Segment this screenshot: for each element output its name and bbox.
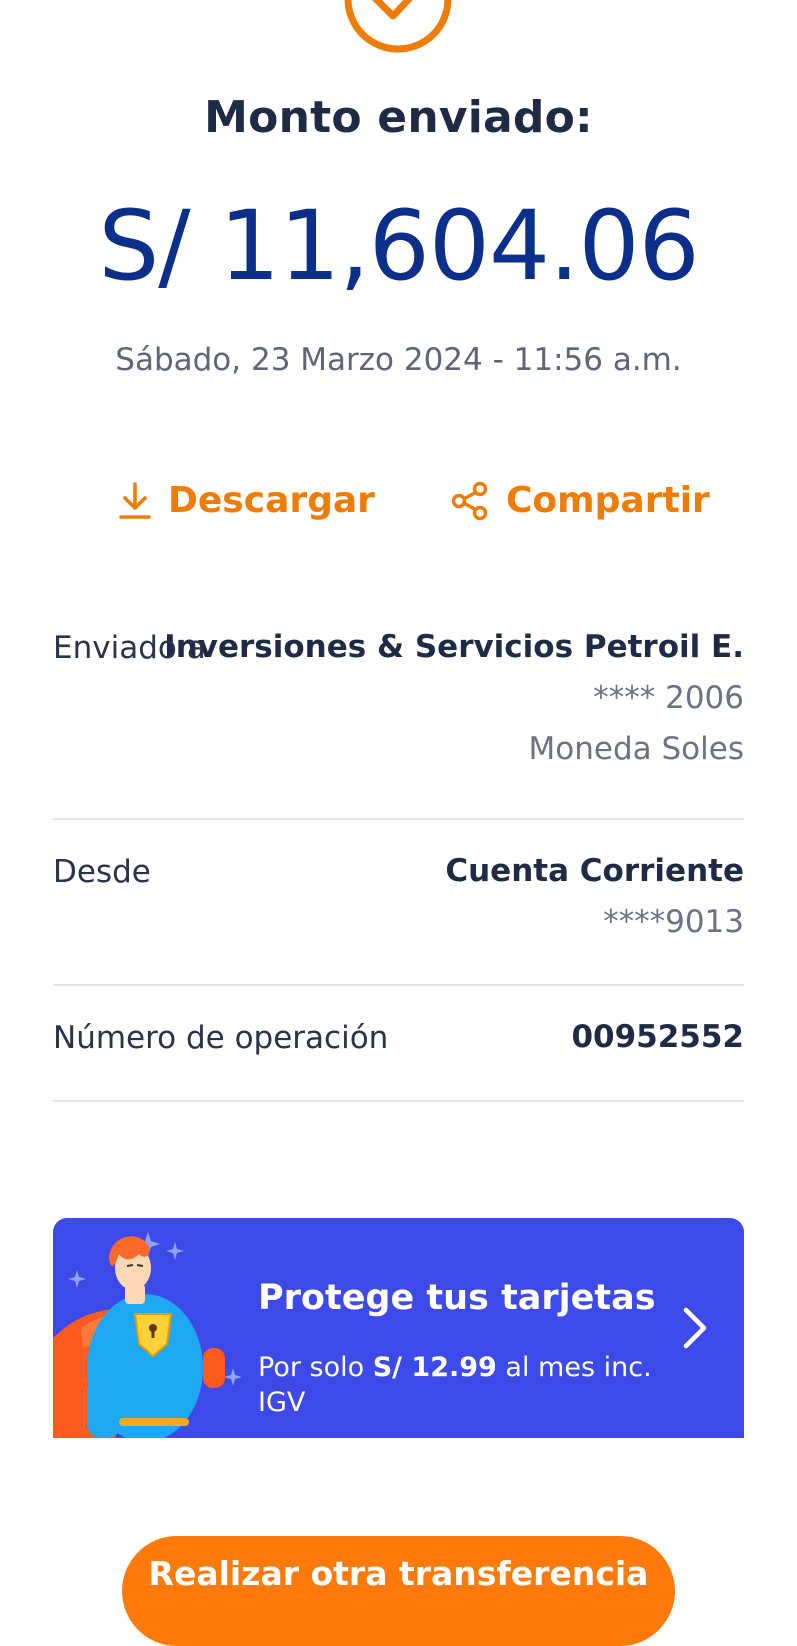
source-account-number: ****9013 (603, 904, 744, 940)
download-button[interactable]: Descargar (118, 480, 375, 521)
detail-row-from: Desde Cuenta Corriente ****9013 (53, 820, 744, 986)
page-title: Monto enviado: (204, 92, 593, 143)
action-bar: Descargar Compartir (0, 480, 797, 530)
share-label: Compartir (506, 480, 710, 521)
recipient-account: **** 2006 (593, 680, 744, 716)
promo-banner[interactable]: Protege tus tarjetas Por solo S/ 12.99 a… (53, 1218, 744, 1438)
promo-title: Protege tus tarjetas (258, 1278, 656, 1318)
download-icon (119, 481, 151, 519)
source-account-type: Cuenta Corriente (445, 853, 744, 889)
promo-description: Por solo S/ 12.99 al mes inc. IGV (258, 1352, 652, 1418)
superhero-illustration (53, 1232, 242, 1438)
transfer-datetime: Sábado, 23 Marzo 2024 - 11:56 a.m. (115, 342, 682, 378)
transfer-details: Enviado a Inversiones & Servicios Petroi… (53, 612, 744, 1102)
check-circle-icon (344, 0, 452, 53)
detail-row-sent-to: Enviado a Inversiones & Servicios Petroi… (53, 612, 744, 820)
chevron-right-icon (683, 1307, 707, 1349)
operation-label: Número de operación (53, 1020, 389, 1056)
from-label: Desde (53, 854, 151, 890)
download-label: Descargar (168, 480, 375, 521)
share-icon (451, 481, 488, 520)
sent-to-label: Enviado a (53, 630, 206, 666)
sent-amount: S/ 11,604.06 (98, 190, 699, 302)
new-transfer-button[interactable]: Realizar otra transferencia (122, 1536, 675, 1646)
detail-row-operation: Número de operación 00952552 (53, 986, 744, 1102)
recipient-currency: Moneda Soles (528, 731, 744, 767)
share-button[interactable]: Compartir (450, 480, 710, 521)
promo-price: S/ 12.99 (372, 1352, 497, 1383)
